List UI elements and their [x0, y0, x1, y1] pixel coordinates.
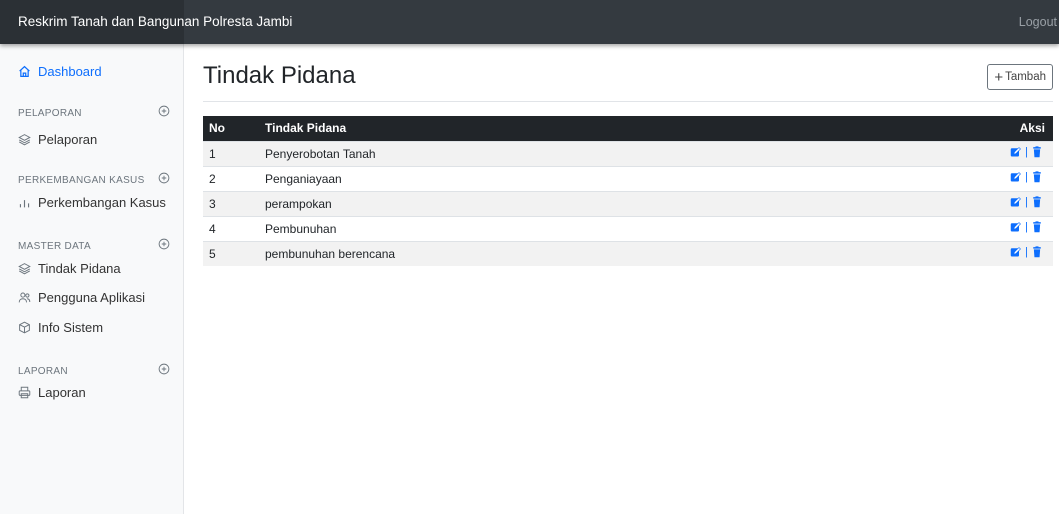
- cell-no: 2: [203, 165, 259, 191]
- printer-icon: [18, 386, 31, 399]
- cell-aksi: |: [993, 190, 1053, 216]
- edit-icon[interactable]: [1010, 246, 1022, 258]
- action-separator: |: [1025, 246, 1028, 259]
- sidebar-item-label: Info Sistem: [38, 320, 104, 335]
- sidebar: Dashboard PELAPORAN Pelaporan PERKEMBANG…: [0, 44, 184, 514]
- cell-no: 5: [203, 240, 259, 266]
- trash-icon[interactable]: [1031, 221, 1043, 233]
- sidebar-item-label: Dashboard: [38, 64, 102, 79]
- sidebar-item-dashboard[interactable]: Dashboard: [18, 64, 102, 79]
- section-title: PELAPORAN: [18, 108, 82, 119]
- table-header-row: No Tindak Pidana Aksi: [203, 116, 1053, 141]
- table-row: 1 Penyerobotan Tanah |: [203, 140, 1053, 166]
- sidebar-item-perkembangan-kasus[interactable]: Perkembangan Kasus: [18, 195, 166, 210]
- table-body: 1 Penyerobotan Tanah | 2 Penganiayaan | 3 peram…: [203, 140, 1053, 266]
- column-header-aksi: Aksi: [993, 116, 1053, 141]
- cell-aksi: |: [993, 140, 1053, 166]
- tindak-pidana-table: No Tindak Pidana Aksi 1 Penyerobotan Tana…: [203, 116, 1053, 266]
- add-button[interactable]: + Tambah: [987, 64, 1053, 90]
- cell-no: 4: [203, 215, 259, 241]
- cell-no: 1: [203, 140, 259, 166]
- trash-icon[interactable]: [1031, 196, 1043, 208]
- table-row: 3 perampokan |: [203, 190, 1053, 216]
- action-separator: |: [1025, 221, 1028, 233]
- trash-icon[interactable]: [1031, 146, 1043, 158]
- cell-tindak-pidana: perampokan: [259, 190, 993, 216]
- sidebar-section-perkembangan-kasus: PERKEMBANGAN KASUS: [18, 172, 170, 186]
- users-icon: [18, 291, 31, 304]
- box-icon: [18, 321, 31, 334]
- edit-icon[interactable]: [1010, 221, 1022, 233]
- cell-tindak-pidana: pembunuhan berencana: [259, 240, 993, 266]
- add-button-label: Tambah: [1005, 71, 1046, 83]
- sidebar-item-pengguna-aplikasi[interactable]: Pengguna Aplikasi: [18, 290, 145, 305]
- plus-icon: +: [994, 68, 1004, 86]
- sidebar-item-pelaporan[interactable]: Pelaporan: [18, 132, 97, 147]
- home-icon: [18, 65, 31, 78]
- layers-icon: [18, 262, 31, 275]
- plus-circle-icon[interactable]: [158, 238, 170, 250]
- action-separator: |: [1025, 196, 1028, 208]
- table-row: 4 Pembunuhan |: [203, 215, 1053, 241]
- page-title: Tindak Pidana: [203, 62, 356, 89]
- edit-icon[interactable]: [1010, 171, 1022, 183]
- table-row: 5 pembunuhan berencana |: [203, 240, 1053, 266]
- layers-icon: [18, 133, 31, 146]
- brand-title[interactable]: Reskrim Tanah dan Bangunan Polresta Jamb…: [18, 0, 292, 44]
- sidebar-section-master-data: MASTER DATA: [18, 238, 170, 252]
- sidebar-item-label: Pelaporan: [38, 132, 98, 147]
- cell-aksi: |: [993, 215, 1053, 241]
- action-separator: |: [1025, 146, 1028, 158]
- title-divider: [203, 101, 1053, 102]
- bar-chart-icon: [18, 196, 31, 209]
- plus-circle-icon[interactable]: [158, 172, 170, 184]
- sidebar-item-laporan[interactable]: Laporan: [18, 385, 86, 400]
- top-navbar: Reskrim Tanah dan Bangunan Polresta Jamb…: [0, 0, 1059, 44]
- logout-link[interactable]: Logout: [1019, 0, 1057, 44]
- sidebar-section-laporan: LAPORAN: [18, 363, 170, 377]
- edit-icon[interactable]: [1010, 146, 1022, 158]
- sidebar-item-info-sistem[interactable]: Info Sistem: [18, 320, 103, 335]
- sidebar-item-label: Laporan: [38, 385, 86, 400]
- sidebar-item-label: Perkembangan Kasus: [38, 195, 166, 210]
- cell-tindak-pidana: Pembunuhan: [259, 215, 993, 241]
- trash-icon[interactable]: [1031, 171, 1043, 183]
- table-row: 2 Penganiayaan |: [203, 165, 1053, 191]
- section-title: LAPORAN: [18, 366, 68, 377]
- plus-circle-icon[interactable]: [158, 363, 170, 375]
- column-header-no: No: [203, 116, 259, 141]
- trash-icon[interactable]: [1031, 246, 1043, 258]
- sidebar-section-pelaporan: PELAPORAN: [18, 105, 170, 119]
- cell-tindak-pidana: Penganiayaan: [259, 165, 993, 191]
- section-title: PERKEMBANGAN KASUS: [18, 175, 145, 186]
- sidebar-item-label: Tindak Pidana: [38, 261, 121, 276]
- sidebar-item-label: Pengguna Aplikasi: [38, 290, 145, 305]
- sidebar-item-tindak-pidana[interactable]: Tindak Pidana: [18, 261, 121, 276]
- cell-aksi: |: [993, 165, 1053, 191]
- section-title: MASTER DATA: [18, 241, 91, 252]
- action-separator: |: [1025, 171, 1028, 183]
- plus-circle-icon[interactable]: [158, 105, 170, 117]
- cell-tindak-pidana: Penyerobotan Tanah: [259, 140, 993, 166]
- edit-icon[interactable]: [1010, 196, 1022, 208]
- cell-no: 3: [203, 190, 259, 216]
- column-header-tindak-pidana: Tindak Pidana: [259, 116, 993, 141]
- cell-aksi: |: [993, 240, 1053, 266]
